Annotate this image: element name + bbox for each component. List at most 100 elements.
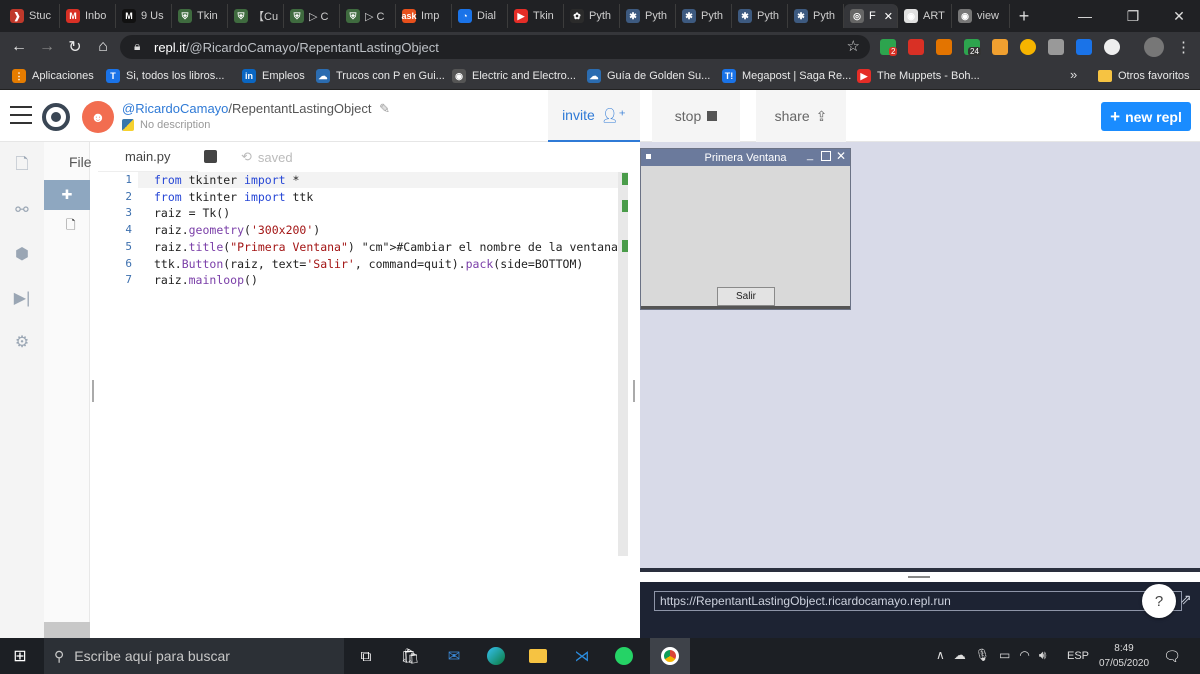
new-tab-button[interactable]: + [1012, 4, 1036, 28]
volume-icon[interactable]: 🔊︎ [1039, 648, 1047, 663]
code-line[interactable]: raiz.geometry('300x200') [154, 223, 320, 237]
other-bookmarks-folder[interactable]: Otros favoritos [1098, 67, 1190, 85]
panel-resize-handle[interactable] [92, 380, 94, 402]
bookmark-item[interactable]: ⋮ Aplicaciones [12, 67, 94, 85]
extension-mail-icon[interactable] [908, 39, 924, 55]
browser-tab[interactable]: ✱ Pyth [676, 4, 732, 28]
whatsapp-icon[interactable] [612, 644, 636, 668]
code-line[interactable]: raiz.mainloop() [154, 273, 258, 287]
extension-pen-icon[interactable] [1076, 39, 1092, 55]
clock[interactable]: 8:49 07/05/2020 [1096, 641, 1152, 671]
browser-tab[interactable]: ◎ F ✕ [844, 4, 898, 28]
taskbar-search-box[interactable]: ⚲ Escribe aquí para buscar [44, 638, 344, 674]
editor-resize-handle[interactable] [633, 380, 635, 402]
bookmarks-overflow-icon[interactable]: » [1070, 67, 1077, 82]
invite-button[interactable]: invite 👤︎⁺ [548, 90, 640, 142]
version-control-icon[interactable]: ⚯ [12, 200, 32, 220]
browser-tab[interactable]: ⛨ Tkin [172, 4, 228, 28]
mail-icon[interactable]: ✉ [442, 644, 466, 668]
reload-icon[interactable]: ↻ [64, 36, 86, 58]
format-code-icon[interactable] [204, 150, 217, 163]
console-url-box[interactable]: https://RepentantLastingObject.ricardoca… [654, 591, 1182, 611]
browser-tab[interactable]: ✱ Pyth [788, 4, 844, 28]
browser-tab[interactable]: ❱ Stuc [4, 4, 60, 28]
onedrive-icon[interactable]: ☁ [954, 648, 966, 663]
bookmark-item[interactable]: ▶ The Muppets - Boh... [857, 67, 980, 85]
file-main-py-selected[interactable]: ✚ [44, 180, 90, 210]
files-icon[interactable]: 🗋 [12, 156, 32, 176]
extension-circle-icon[interactable] [1020, 39, 1036, 55]
edge-icon[interactable] [484, 644, 508, 668]
code-line[interactable]: from tkinter import * [154, 173, 299, 187]
code-line[interactable]: ttk.Button(raiz, text='Salir', command=q… [154, 257, 583, 271]
tk-window-titlebar[interactable]: Primera Ventana _ ✕ [641, 149, 850, 166]
profile-avatar[interactable] [1144, 37, 1164, 57]
bookmark-item[interactable]: ☁ Guía de Golden Su... [587, 67, 710, 85]
code-line[interactable]: raiz = Tk() [154, 206, 230, 220]
bookmark-item[interactable]: in Empleos [242, 67, 305, 85]
windows-start-icon[interactable]: ⊞ [8, 644, 32, 668]
file-explorer-icon[interactable] [526, 644, 550, 668]
code-editor[interactable]: main.py ⟲ saved 1 2 3 4 5 6 7 from tkinter imp… [98, 142, 632, 638]
microphone-icon[interactable]: 🎙︎ [975, 648, 990, 663]
repl-owner-link[interactable]: @RicardoCamayo [122, 101, 228, 116]
url-bar[interactable]: 🔒︎ repl.it/@RicardoCamayo/RepentantLasti… [120, 35, 870, 59]
owner-avatar[interactable]: ☻ [82, 101, 114, 133]
bookmark-star-icon[interactable]: ☆ [847, 37, 860, 55]
show-hidden-icons[interactable]: ∧ [936, 648, 945, 663]
console-resize-handle[interactable] [908, 576, 930, 578]
store-icon[interactable]: 🛍︎ [398, 644, 422, 668]
bookmark-item[interactable]: ◉ Electric and Electro... [452, 67, 576, 85]
minimize-window-icon[interactable]: — [1062, 0, 1108, 32]
maximize-window-icon[interactable]: ❐ [1110, 0, 1156, 32]
extension-key-icon[interactable] [936, 39, 952, 55]
open-external-icon[interactable]: ⇗ [1180, 591, 1192, 608]
back-arrow-icon[interactable]: ← [8, 36, 30, 58]
help-button[interactable]: ? [1142, 584, 1176, 618]
extension-link-icon[interactable] [1048, 39, 1064, 55]
browser-menu-icon[interactable]: ⋮ [1176, 38, 1191, 56]
browser-tab[interactable]: ⛨ ▷ C [340, 4, 396, 28]
browser-tab[interactable]: ⛨ 【Cu [228, 4, 284, 28]
tk-maximize-icon[interactable] [821, 151, 831, 161]
new-repl-button[interactable]: + new repl [1101, 102, 1191, 131]
browser-tab[interactable]: ⛨ ▷ C [284, 4, 340, 28]
stop-button[interactable]: stop [652, 90, 740, 142]
salir-button[interactable]: Salir [717, 287, 775, 306]
browser-tab[interactable]: ▶ Tkin [508, 4, 564, 28]
browser-tab[interactable]: ◔ Dial [452, 4, 508, 28]
task-view-icon[interactable]: ⧉ [354, 644, 378, 668]
tab-close-icon[interactable]: ✕ [884, 10, 893, 23]
github-icon[interactable] [1104, 39, 1120, 55]
bookmark-item[interactable]: T! Megapost | Saga Re... [722, 67, 851, 85]
notifications-icon[interactable]: 🗨︎ [1160, 644, 1184, 668]
wifi-icon[interactable]: ◠ [1019, 648, 1029, 663]
file-icon[interactable]: 🗋 [66, 216, 76, 237]
browser-tab[interactable]: ask Imp [396, 4, 452, 28]
extension-cookie-icon[interactable] [992, 39, 1008, 55]
tk-close-icon[interactable]: ✕ [836, 149, 846, 163]
home-icon[interactable]: ⌂ [92, 36, 114, 58]
battery-icon[interactable]: ▭ [999, 648, 1010, 663]
settings-gear-icon[interactable]: ⚙ [12, 332, 32, 352]
code-line[interactable]: from tkinter import ttk [154, 190, 313, 204]
browser-tab[interactable]: ✱ Pyth [620, 4, 676, 28]
editor-scrollbar[interactable] [618, 172, 628, 556]
browser-tab[interactable]: M 9 Us [116, 4, 172, 28]
share-button[interactable]: share ⇪ [756, 90, 846, 142]
bookmark-item[interactable]: ☁ Trucos con P en Gui... [316, 67, 445, 85]
tk-minimize-icon[interactable]: _ [807, 149, 813, 161]
browser-tab[interactable]: ✿ Pyth [564, 4, 620, 28]
packages-icon[interactable]: ⬢ [12, 244, 32, 264]
debugger-icon[interactable]: ▶| [12, 288, 32, 308]
browser-tab[interactable]: ◉ view [952, 4, 1010, 28]
vscode-icon[interactable]: ⋊ [570, 644, 594, 668]
edit-pencil-icon[interactable]: ✎ [379, 101, 390, 116]
bookmark-item[interactable]: T Si, todos los libros... [106, 67, 224, 85]
tk-window[interactable]: Primera Ventana _ ✕ Salir [640, 148, 851, 310]
forward-arrow-icon[interactable]: → [36, 36, 58, 58]
browser-tab[interactable]: ◉ ART [898, 4, 952, 28]
file-panel-scrollbar[interactable] [44, 622, 90, 638]
hamburger-menu-icon[interactable] [10, 106, 32, 124]
browser-tab[interactable]: M Inbo [60, 4, 116, 28]
